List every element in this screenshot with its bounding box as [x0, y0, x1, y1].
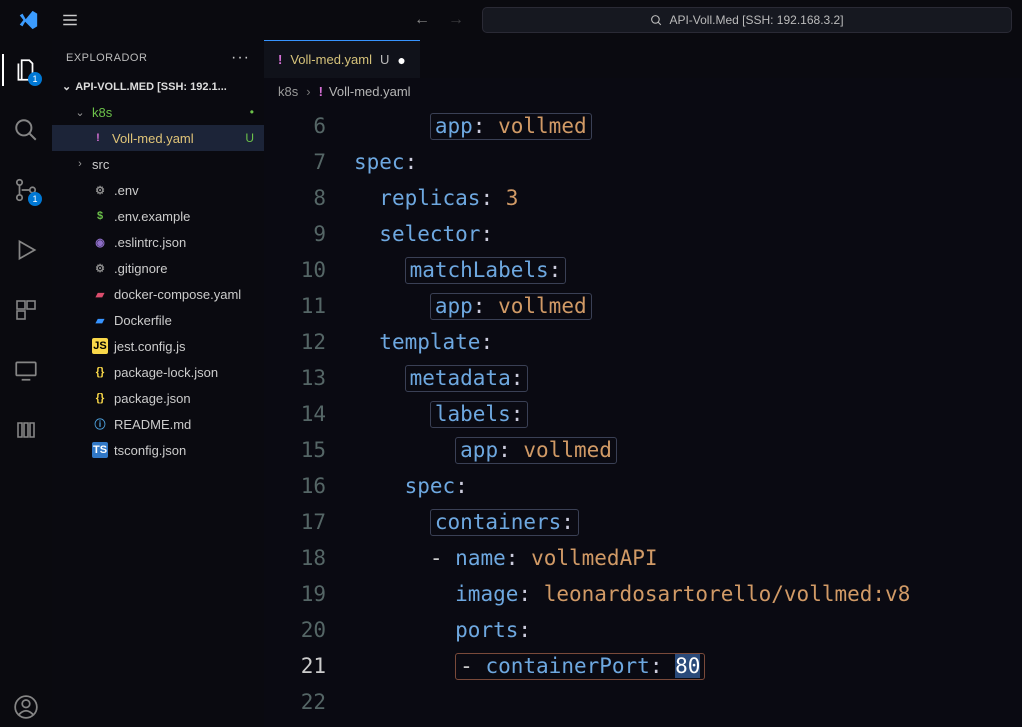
nav-back-icon[interactable]: ←	[414, 11, 430, 29]
js-icon: JS	[92, 338, 108, 354]
activity-extensions[interactable]	[2, 290, 50, 330]
breadcrumbs[interactable]: k8s › ! Voll-med.yaml	[264, 78, 1022, 104]
activity-run-debug[interactable]	[2, 230, 50, 270]
tree-label: tsconfig.json	[114, 443, 186, 458]
explorer-sidebar: EXPLORADOR ··· ⌄ API-VOLL.MED [SSH: 192.…	[52, 40, 264, 727]
tree-file-eslintrc[interactable]: ◉ .eslintrc.json	[52, 229, 264, 255]
file-tree: ⌄ k8s • ! Voll-med.yaml U › src ⚙ .env $…	[52, 97, 264, 465]
tree-label: docker-compose.yaml	[114, 287, 241, 302]
tree-label: package.json	[114, 391, 191, 406]
tree-file-env-example[interactable]: $ .env.example	[52, 203, 264, 229]
tree-file-dockerfile[interactable]: ▰ Dockerfile	[52, 307, 264, 333]
yaml-icon: !	[90, 130, 106, 146]
chevron-down-icon: ⌄	[62, 80, 71, 93]
sidebar-more-icon[interactable]: ···	[231, 49, 250, 67]
yaml-icon: !	[319, 84, 323, 99]
ts-icon: TS	[92, 442, 108, 458]
activity-bar: 1 1	[0, 40, 52, 727]
tree-label: .eslintrc.json	[114, 235, 186, 250]
sidebar-title: EXPLORADOR	[66, 52, 147, 64]
git-status-dot: •	[250, 105, 254, 119]
activity-search[interactable]	[2, 110, 50, 150]
vscode-logo	[0, 9, 55, 31]
menu-icon[interactable]	[55, 11, 85, 29]
eslint-icon: ◉	[92, 234, 108, 250]
chevron-right-icon: ›	[306, 84, 310, 99]
json-icon: {}	[92, 364, 108, 380]
editor-group: ! Voll-med.yaml U ● k8s › ! Voll-med.yam…	[264, 40, 1022, 727]
tree-file-package-json[interactable]: {} package.json	[52, 385, 264, 411]
tab-label: Voll-med.yaml	[290, 52, 372, 67]
info-icon: ⓘ	[92, 416, 108, 432]
explorer-badge: 1	[28, 72, 42, 86]
tree-file-readme[interactable]: ⓘ README.md	[52, 411, 264, 437]
gear-icon: ⚙	[92, 260, 108, 276]
nav-arrows: ← →	[396, 11, 482, 29]
tree-file-vollmed-yaml[interactable]: ! Voll-med.yaml U	[52, 125, 264, 151]
tree-file-package-lock[interactable]: {} package-lock.json	[52, 359, 264, 385]
activity-remote[interactable]	[2, 350, 50, 390]
scm-badge: 1	[28, 192, 42, 206]
command-center-label: API-Voll.Med [SSH: 192.168.3.2]	[669, 13, 843, 27]
tree-label: .env.example	[114, 209, 190, 224]
line-gutter: 678910111213141516171819202122	[264, 108, 354, 727]
tree-label: Voll-med.yaml	[112, 131, 194, 146]
tree-file-docker-compose[interactable]: ▰ docker-compose.yaml	[52, 281, 264, 307]
tree-label: README.md	[114, 417, 191, 432]
tree-file-jest-config[interactable]: JS jest.config.js	[52, 333, 264, 359]
sidebar-header: EXPLORADOR ···	[52, 40, 264, 76]
tree-file-gitignore[interactable]: ⚙ .gitignore	[52, 255, 264, 281]
tree-label: Dockerfile	[114, 313, 172, 328]
activity-account[interactable]	[2, 687, 50, 727]
activity-other[interactable]	[2, 410, 50, 450]
tab-dirty-icon[interactable]: ●	[397, 52, 405, 68]
tab-vollmed-yaml[interactable]: ! Voll-med.yaml U ●	[264, 40, 420, 78]
tree-label: src	[92, 157, 109, 172]
chevron-right-icon: ›	[74, 158, 86, 170]
tree-label: jest.config.js	[114, 339, 186, 354]
editor[interactable]: 678910111213141516171819202122 app: voll…	[264, 104, 1022, 727]
breadcrumb-seg[interactable]: k8s	[278, 84, 298, 99]
nav-forward-icon[interactable]: →	[448, 11, 464, 29]
breadcrumb-file[interactable]: ! Voll-med.yaml	[319, 84, 411, 99]
tree-file-tsconfig[interactable]: TS tsconfig.json	[52, 437, 264, 463]
tree-label: k8s	[92, 105, 112, 120]
folder-root[interactable]: ⌄ API-VOLL.MED [SSH: 192.1...	[52, 76, 264, 97]
command-center[interactable]: API-Voll.Med [SSH: 192.168.3.2]	[482, 7, 1012, 33]
tree-folder-k8s[interactable]: ⌄ k8s •	[52, 99, 264, 125]
dollar-icon: $	[92, 208, 108, 224]
json-icon: {}	[92, 390, 108, 406]
activity-source-control[interactable]: 1	[2, 170, 50, 210]
tab-git-status: U	[380, 52, 389, 67]
tree-folder-src[interactable]: › src	[52, 151, 264, 177]
docker-icon: ▰	[92, 312, 108, 328]
tree-label: .env	[114, 183, 139, 198]
search-icon	[650, 14, 663, 27]
tree-label: .gitignore	[114, 261, 167, 276]
activity-explorer[interactable]: 1	[2, 50, 50, 90]
editor-tabs: ! Voll-med.yaml U ●	[264, 40, 1022, 78]
docker-compose-icon: ▰	[92, 286, 108, 302]
breadcrumb-label: Voll-med.yaml	[329, 84, 411, 99]
git-status: U	[245, 131, 254, 145]
title-bar: ← → API-Voll.Med [SSH: 192.168.3.2]	[0, 0, 1022, 40]
folder-root-label: API-VOLL.MED [SSH: 192.1...	[75, 81, 227, 93]
yaml-icon: !	[278, 52, 282, 67]
tree-label: package-lock.json	[114, 365, 218, 380]
chevron-down-icon: ⌄	[74, 106, 86, 119]
code-content[interactable]: app: vollmed spec: replicas: 3 selector:…	[354, 108, 1022, 727]
gear-icon: ⚙	[92, 182, 108, 198]
tree-file-env[interactable]: ⚙ .env	[52, 177, 264, 203]
